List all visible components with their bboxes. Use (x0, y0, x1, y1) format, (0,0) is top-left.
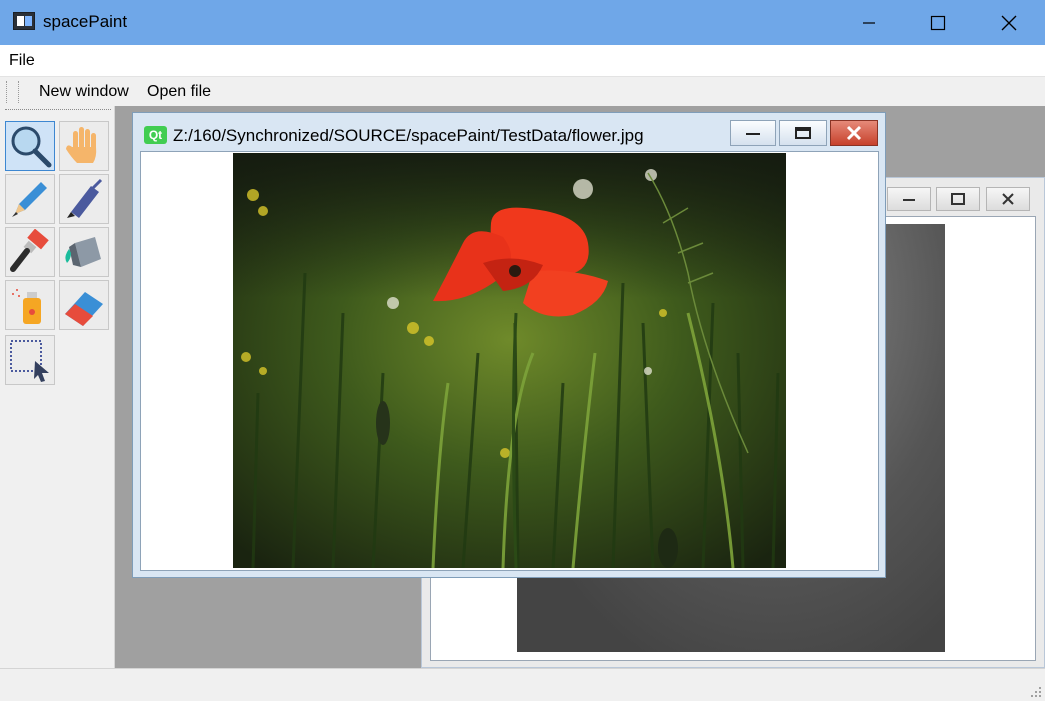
minimize-icon (746, 133, 760, 135)
maximize-icon (951, 193, 965, 205)
back-close-button[interactable] (986, 187, 1030, 211)
pan-tool[interactable] (59, 121, 109, 171)
front-canvas[interactable] (140, 151, 879, 571)
minimize-button[interactable] (839, 0, 899, 45)
zoom-tool[interactable] (5, 121, 55, 171)
eraser-icon (65, 292, 103, 326)
subwindow-title: Z:/160/Synchronized/SOURCE/spacePaint/Te… (173, 126, 644, 145)
app-window-icon (13, 12, 35, 30)
maximize-button[interactable] (908, 0, 968, 45)
pencil-tool[interactable] (5, 174, 55, 224)
front-maximize-button[interactable] (779, 120, 827, 146)
back-minimize-button[interactable] (887, 187, 931, 211)
close-icon (846, 125, 862, 141)
close-button[interactable] (979, 0, 1039, 45)
select-tool[interactable] (5, 335, 55, 385)
toolbox-grip[interactable] (5, 109, 111, 111)
open-file-button[interactable]: Open file (147, 83, 211, 101)
tool-palette (0, 106, 115, 668)
pencil-icon (12, 182, 47, 217)
back-maximize-button[interactable] (936, 187, 980, 211)
maximize-icon (930, 15, 946, 30)
status-bar (0, 668, 1045, 701)
toolbar-grip[interactable] (6, 81, 9, 103)
magnifier-icon (11, 126, 52, 168)
spray-tool[interactable] (5, 280, 55, 330)
eraser-tool[interactable] (59, 280, 109, 330)
app-title: spacePaint (43, 12, 128, 31)
spray-can-icon (12, 289, 41, 324)
new-window-button[interactable]: New window (39, 83, 129, 101)
menu-file[interactable]: File (9, 52, 35, 70)
minimize-icon (863, 21, 875, 24)
subwindow-front[interactable]: Qt Z:/160/Synchronized/SOURCE/spacePaint… (132, 112, 886, 578)
hand-icon (66, 127, 97, 163)
qt-badge-icon: Qt (144, 126, 167, 144)
poppy-flower-photo (233, 153, 786, 568)
paint-bucket-icon (65, 237, 101, 267)
front-minimize-button[interactable] (730, 120, 776, 146)
selection-arrow-icon (10, 340, 49, 382)
size-grip-icon[interactable] (1030, 686, 1042, 698)
menu-bar: File (0, 45, 1045, 76)
close-icon (1001, 15, 1017, 30)
brush-tool[interactable] (5, 227, 55, 277)
paint-brush-icon (10, 229, 49, 272)
fill-tool[interactable] (59, 227, 109, 277)
minimize-icon (903, 199, 915, 201)
title-bar: spacePaint (0, 0, 1045, 45)
toolbar-grip[interactable] (18, 81, 21, 103)
toolbar: New window Open file (0, 76, 1045, 107)
pen-icon (67, 178, 103, 218)
close-icon (1002, 193, 1014, 205)
pen-tool[interactable] (59, 174, 109, 224)
maximize-icon (795, 127, 811, 139)
front-close-button[interactable] (830, 120, 878, 146)
